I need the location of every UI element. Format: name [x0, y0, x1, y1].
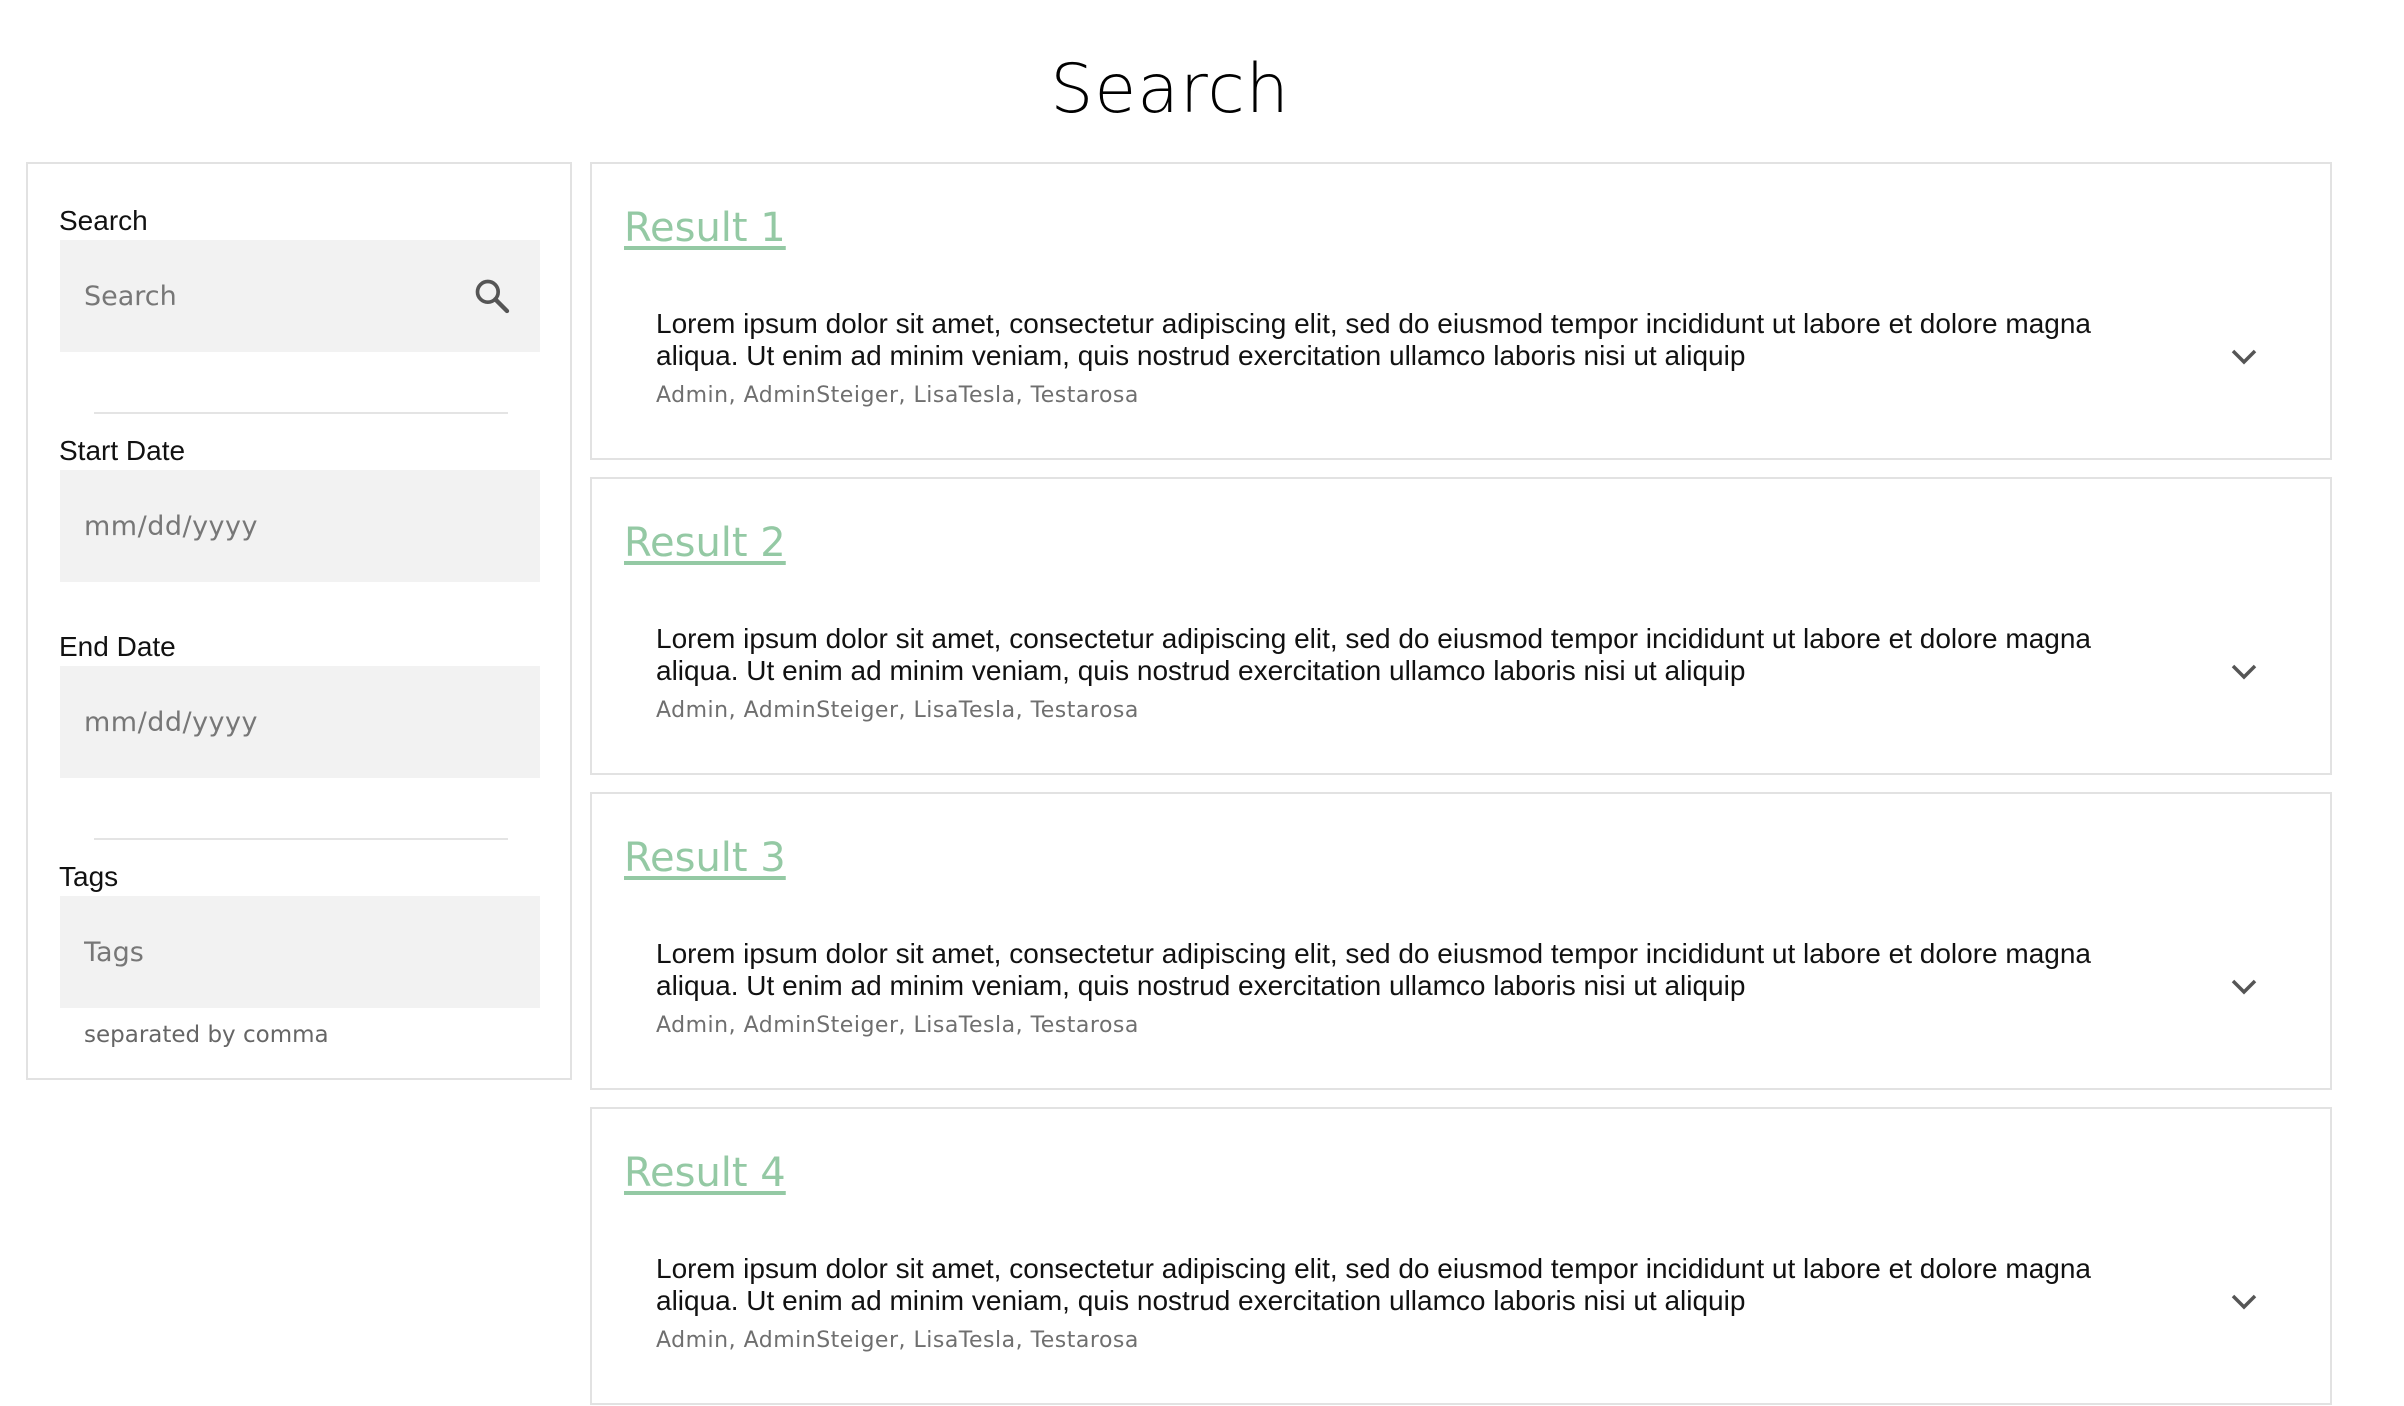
end-date-input[interactable] [60, 666, 540, 778]
result-title-link[interactable]: Result 3 [624, 832, 786, 884]
search-label: Search [59, 205, 148, 236]
chevron-down-icon[interactable] [2230, 663, 2258, 681]
result-authors: Admin, AdminSteiger, LisaTesla, Testaros… [656, 383, 1139, 408]
chevron-down-icon[interactable] [2230, 978, 2258, 996]
result-description: Lorem ipsum dolor sit amet, consectetur … [656, 308, 2091, 371]
section-divider [94, 838, 508, 840]
result-title-link[interactable]: Result 1 [624, 202, 786, 254]
chevron-down-icon[interactable] [2230, 348, 2258, 366]
start-date-label: Start Date [59, 435, 186, 466]
start-date-container [60, 470, 540, 582]
search-input[interactable] [60, 240, 540, 352]
tags-container [60, 896, 540, 1008]
result-card: Result 2 Lorem ipsum dolor sit amet, con… [590, 477, 2332, 775]
tags-input[interactable] [60, 896, 540, 1008]
search-field-container [60, 240, 540, 352]
result-description: Lorem ipsum dolor sit amet, consectetur … [656, 938, 2091, 1001]
search-filters-panel: Search Start Date End Date Tags separate… [26, 162, 572, 1080]
section-divider [94, 412, 508, 414]
result-description: Lorem ipsum dolor sit amet, consectetur … [656, 623, 2091, 686]
result-description: Lorem ipsum dolor sit amet, consectetur … [656, 1253, 2091, 1316]
tags-help-text: separated by comma [84, 1022, 329, 1048]
start-date-input[interactable] [60, 470, 540, 582]
result-authors: Admin, AdminSteiger, LisaTesla, Testaros… [656, 1328, 1139, 1353]
result-card: Result 1 Lorem ipsum dolor sit amet, con… [590, 162, 2332, 460]
search-icon[interactable] [472, 276, 512, 316]
result-title-link[interactable]: Result 2 [624, 517, 786, 569]
tags-label: Tags [59, 861, 119, 892]
result-title-link[interactable]: Result 4 [624, 1147, 786, 1199]
end-date-label: End Date [59, 631, 176, 662]
chevron-down-icon[interactable] [2230, 1293, 2258, 1311]
result-authors: Admin, AdminSteiger, LisaTesla, Testaros… [656, 698, 1139, 723]
result-authors: Admin, AdminSteiger, LisaTesla, Testaros… [656, 1013, 1139, 1038]
end-date-container [60, 666, 540, 778]
result-card: Result 4 Lorem ipsum dolor sit amet, con… [590, 1107, 2332, 1405]
page-title: Search [1050, 50, 1290, 129]
result-card: Result 3 Lorem ipsum dolor sit amet, con… [590, 792, 2332, 1090]
